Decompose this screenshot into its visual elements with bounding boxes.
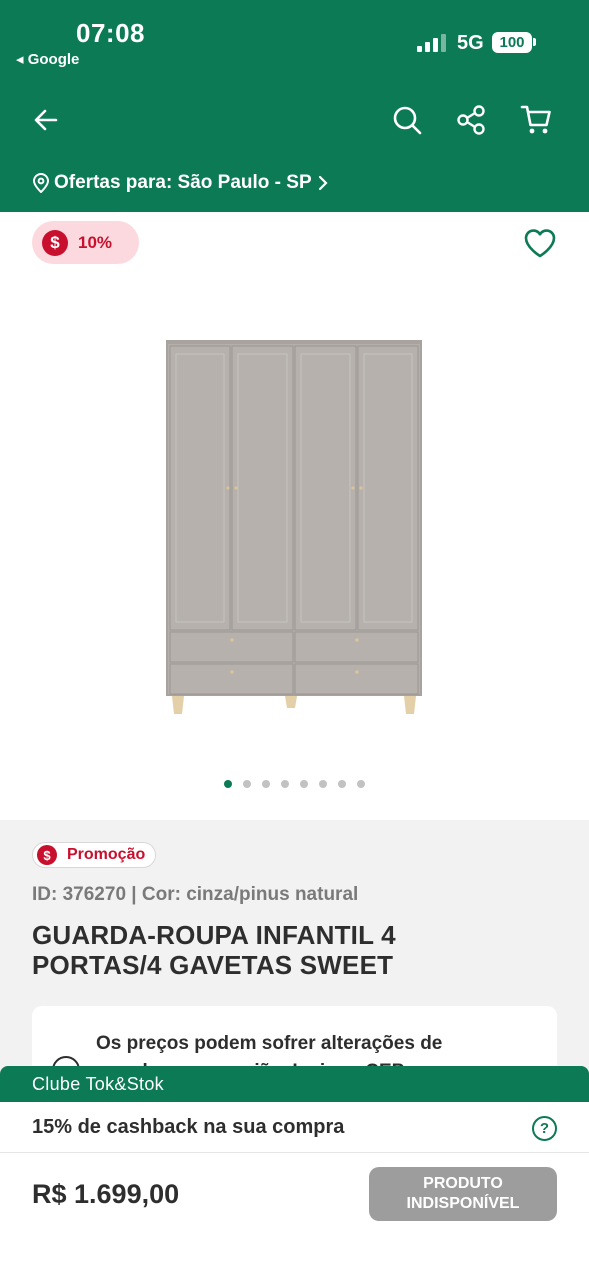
help-icon[interactable]: ? — [532, 1116, 557, 1141]
pagination-dot[interactable] — [319, 780, 327, 788]
pagination-dot[interactable] — [281, 780, 289, 788]
share-icon[interactable] — [451, 100, 491, 140]
status-time: 07:08 — [76, 18, 145, 48]
button-line1: PRODUTO — [423, 1175, 503, 1192]
product-image[interactable] — [150, 330, 440, 725]
chevron-right-icon — [318, 175, 328, 191]
product-title-line2: PORTAS/4 GAVETAS SWEET — [32, 950, 394, 980]
button-line2: INDISPONÍVEL — [406, 1195, 520, 1212]
dollar-icon: $ — [37, 845, 57, 865]
image-pagination[interactable] — [224, 780, 365, 788]
pagination-dot[interactable] — [300, 780, 308, 788]
location-selector[interactable]: Ofertas para: São Paulo - SP — [32, 169, 330, 197]
search-icon[interactable] — [387, 100, 427, 140]
pagination-dot[interactable] — [243, 780, 251, 788]
pagination-dot[interactable] — [262, 780, 270, 788]
club-title: Clube Tok&Stok — [0, 1066, 589, 1102]
battery-tip — [533, 38, 536, 46]
back-to-app-link[interactable]: ◂ Google — [16, 50, 79, 68]
product-title: GUARDA-ROUPA INFANTIL 4 PORTAS/4 GAVETAS… — [32, 920, 462, 980]
network-type: 5G — [457, 32, 484, 54]
promo-tag-label: Promoção — [67, 846, 146, 863]
dollar-icon: $ — [42, 229, 68, 256]
pagination-dot[interactable] — [357, 780, 365, 788]
cashback-row[interactable]: 15% de cashback na sua compra ? — [0, 1102, 589, 1153]
purchase-footer: R$ 1.699,00 PRODUTO INDISPONÍVEL — [0, 1153, 589, 1280]
pagination-dot[interactable] — [224, 780, 232, 788]
cashback-text: 15% de cashback na sua compra — [32, 1116, 345, 1138]
battery-icon: 100 — [492, 32, 532, 53]
app-header: 07:08 ◂ Google 5G 100 Ofertas para: São … — [0, 0, 589, 212]
product-title-line1: GUARDA-ROUPA INFANTIL 4 — [32, 920, 396, 950]
heart-icon[interactable] — [522, 226, 558, 260]
signal-icon — [417, 34, 447, 52]
arrow-left-icon[interactable] — [26, 100, 66, 140]
location-label: Ofertas para: São Paulo - SP — [54, 172, 312, 193]
product-id-color: ID: 376270 | Cor: cinza/pinus natural — [32, 884, 359, 905]
unavailable-button[interactable]: PRODUTO INDISPONÍVEL — [369, 1167, 557, 1221]
notice-line1: Os preços podem sofrer alterações de — [96, 1033, 443, 1054]
cart-icon[interactable] — [516, 100, 556, 140]
discount-badge: $ 10% — [32, 221, 139, 264]
product-price: R$ 1.699,00 — [32, 1179, 180, 1209]
location-pin-icon — [32, 173, 50, 193]
discount-percent: 10% — [78, 232, 113, 252]
pagination-dot[interactable] — [338, 780, 346, 788]
promo-tag: $ Promoção — [32, 842, 157, 868]
